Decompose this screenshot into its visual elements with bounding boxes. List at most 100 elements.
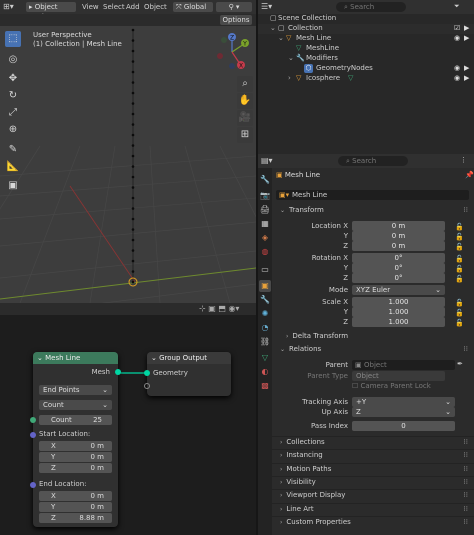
menu-add[interactable]: Add xyxy=(126,2,140,12)
physics-tab-icon[interactable]: ◔ xyxy=(259,322,271,334)
end-location-socket[interactable] xyxy=(30,482,36,488)
outliner-row-modifiers[interactable]: ⌄ 🔧 Modifiers xyxy=(258,54,474,64)
parent-field[interactable]: ▣ Object xyxy=(352,360,455,370)
cursor-tool-icon[interactable]: ◎ xyxy=(5,52,21,68)
count-field[interactable]: Count 25 xyxy=(39,415,112,425)
lock-rotation-icons[interactable]: 🔓 🔓 🔓 xyxy=(455,254,464,284)
node-editor-canvas[interactable]: ⌄ Mesh Line Mesh End Points ⌄ Count ⌄ Coun… xyxy=(0,315,256,535)
scale-y-field[interactable]: 1.000 xyxy=(352,307,445,317)
start-y-field[interactable]: Y 0 m xyxy=(39,452,112,462)
menu-view[interactable]: View xyxy=(82,2,99,12)
section-collections[interactable]: › Collections ⁞⁞ xyxy=(272,436,474,447)
outliner-row-meshline-data[interactable]: ▽ MeshLine xyxy=(258,44,474,54)
outliner-row-icosphere[interactable]: › ▽ Icosphere ▽ ◉ ▶ xyxy=(258,74,474,84)
options-button[interactable]: Options ▾ xyxy=(220,15,252,34)
orientation-dropdown[interactable]: ⤧ Global xyxy=(173,2,213,12)
particles-tab-icon[interactable]: ✺ xyxy=(259,308,271,320)
world-tab-icon[interactable]: ◍ xyxy=(259,246,271,258)
drag-handle-icon[interactable]: ⁞⁞ xyxy=(464,490,468,501)
render-tab-icon[interactable]: 📷 xyxy=(259,190,271,202)
menu-object[interactable]: Object xyxy=(144,2,167,12)
checkbox-icon[interactable]: ☑ xyxy=(454,24,460,32)
ortho-grid-icon[interactable]: ⊞ xyxy=(237,127,253,143)
collection-tab-icon[interactable]: ▭ xyxy=(259,264,271,276)
drag-handle-icon[interactable]: ⁞⁞ xyxy=(464,517,468,528)
geometry-input-socket[interactable] xyxy=(144,370,150,376)
rotation-z-field[interactable]: 0° xyxy=(352,273,445,283)
eye-icon[interactable]: ◉ xyxy=(454,74,460,82)
pass-index-field[interactable]: 0 xyxy=(352,421,455,431)
eye-icon[interactable]: ◉ xyxy=(454,34,460,42)
location-x-field[interactable]: 0 m xyxy=(352,221,445,231)
group-output-node[interactable]: ⌄ Group Output Geometry xyxy=(144,352,231,396)
options-icon[interactable]: ⋮ xyxy=(460,156,467,164)
section-instancing[interactable]: › Instancing ⁞⁞ xyxy=(272,449,474,460)
relations-section-header[interactable]: ⌄ Relations ⁞⁞ xyxy=(272,344,474,355)
outliner-search-input[interactable]: ⌕ Search xyxy=(336,2,406,12)
output-tab-icon[interactable]: 🖨 xyxy=(259,204,271,216)
empty-input-socket[interactable] xyxy=(144,383,150,389)
transform-section-header[interactable]: ⌄ Transform ⁞⁞ xyxy=(272,205,474,216)
annotate-tool-icon[interactable]: ✎ xyxy=(5,142,21,158)
start-x-field[interactable]: X 0 m xyxy=(39,441,112,451)
camera-view-icon[interactable]: 🎥 xyxy=(237,110,253,126)
texture-tab-icon[interactable]: ▩ xyxy=(259,380,271,392)
editor-type-icon[interactable]: ⊞▾ xyxy=(3,2,21,12)
mesh-line-node-header[interactable]: ⌄ Mesh Line xyxy=(33,352,118,364)
zoom-icon[interactable]: ⌕ xyxy=(237,76,253,92)
outliner-row-mesh-line[interactable]: ⌄ ▽ Mesh Line ◉ ▶ xyxy=(258,34,474,44)
data-tab-icon[interactable]: ▽ xyxy=(259,352,271,364)
expand-chevron-icon[interactable]: ⌄ xyxy=(270,24,276,32)
outliner-row-scene-collection[interactable]: ▢ Scene Collection xyxy=(258,14,474,24)
rotation-mode-select[interactable]: XYZ Euler ⌄ xyxy=(352,285,445,295)
camera-icon[interactable]: ▶ xyxy=(464,34,469,42)
expand-chevron-icon[interactable]: › xyxy=(288,74,291,82)
viewport-3d[interactable]: User Perspective (1) Collection | Mesh L… xyxy=(0,26,256,303)
section-custom-properties[interactable]: › Custom Properties ⁞⁞ xyxy=(272,515,474,528)
expand-chevron-icon[interactable]: ⌄ xyxy=(288,54,294,62)
drag-handle-icon[interactable]: ⁞⁞ xyxy=(464,205,468,216)
mode-dropdown[interactable]: ▸ Object Mode xyxy=(26,2,76,21)
modifier-tab-icon[interactable]: 🔧 xyxy=(259,294,271,306)
scale-z-field[interactable]: 1.000 xyxy=(352,317,445,327)
menu-select[interactable]: Select xyxy=(103,2,125,12)
filter-icon[interactable]: ⏷ xyxy=(454,2,460,11)
location-z-field[interactable]: 0 m xyxy=(352,241,445,251)
drag-handle-icon[interactable]: ⁞⁞ xyxy=(464,437,468,448)
object-tab-icon[interactable]: ▣ xyxy=(259,280,271,292)
object-name-field[interactable]: ▣▾ Mesh Line xyxy=(276,190,469,200)
delta-transform-header[interactable]: › Delta Transform xyxy=(278,331,468,342)
outliner-row-collection[interactable]: ⌄ ▢ Collection ☑ ▶ xyxy=(258,24,474,34)
section-visibility[interactable]: › Visibility ⁞⁞ xyxy=(272,475,474,487)
outliner-row-geometrynodes[interactable]: ⬡ GeometryNodes ◉ ▶ xyxy=(258,64,474,74)
camera-icon[interactable]: ▶ xyxy=(464,74,469,82)
location-y-field[interactable]: 0 m xyxy=(352,231,445,241)
scale-x-field[interactable]: 1.000 xyxy=(352,297,445,307)
eyedropper-icon[interactable]: ✒ xyxy=(457,360,463,368)
material-tab-icon[interactable]: ◐ xyxy=(259,366,271,378)
scale-tool-icon[interactable]: ⤢ xyxy=(5,105,21,121)
pan-hand-icon[interactable]: ✋ xyxy=(237,93,253,109)
count-mode-select[interactable]: Count ⌄ xyxy=(39,400,112,410)
collapse-chevron-icon[interactable]: ⌄ xyxy=(37,354,45,362)
start-location-socket[interactable] xyxy=(30,432,36,438)
section-motion-paths[interactable]: › Motion Paths ⁞⁞ xyxy=(272,462,474,475)
drag-handle-icon[interactable]: ⁞⁞ xyxy=(464,464,468,475)
start-z-field[interactable]: Z 0 m xyxy=(39,463,112,473)
node-header-icons[interactable]: ⊹ ▣ ⬒ ◉▾ xyxy=(199,304,239,313)
rotation-x-field[interactable]: 0° xyxy=(352,253,445,263)
tracking-axis-select[interactable]: +Y ⌄ xyxy=(352,397,455,407)
add-cube-tool-icon[interactable]: ▣ xyxy=(5,178,21,194)
group-output-node-header[interactable]: ⌄ Group Output xyxy=(147,352,231,364)
tool-tab-icon[interactable]: 🔧 xyxy=(259,174,271,186)
end-z-field[interactable]: Z 8.88 m xyxy=(39,513,112,523)
camera-icon[interactable]: ▶ xyxy=(464,24,469,32)
pin-icon[interactable]: 📌 xyxy=(465,171,474,179)
properties-type-icon[interactable]: ▤▾ xyxy=(261,156,273,165)
properties-search-input[interactable]: ⌕ Search xyxy=(338,156,408,166)
section-viewport-display[interactable]: › Viewport Display ⁞⁞ xyxy=(272,489,474,500)
select-box-tool-icon[interactable]: ⬚ xyxy=(5,31,21,47)
drag-handle-icon[interactable]: ⁞⁞ xyxy=(464,344,468,355)
scene-tab-icon[interactable]: ◈ xyxy=(259,232,271,244)
transform-tool-icon[interactable]: ⊕ xyxy=(5,122,21,138)
